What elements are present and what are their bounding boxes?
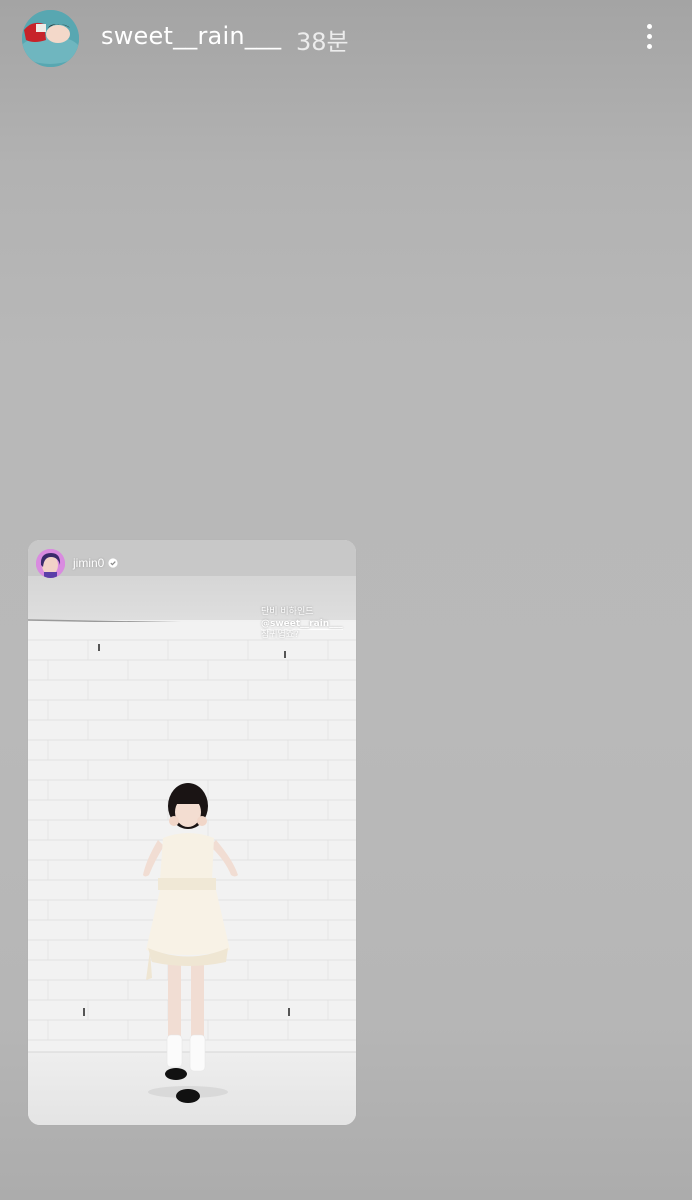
shared-avatar-image xyxy=(36,548,65,578)
more-vertical-icon xyxy=(646,23,652,29)
caption-line-1: 단비 비하인드 xyxy=(261,607,314,617)
profile-avatar[interactable] xyxy=(22,10,79,67)
avatar-image xyxy=(22,10,79,67)
more-vertical-icon-dot xyxy=(646,43,652,49)
caption-mention[interactable]: @sweet__rain___ xyxy=(261,619,343,630)
more-options-button[interactable] xyxy=(630,14,668,58)
verified-badge-icon xyxy=(108,558,118,568)
shared-avatar[interactable] xyxy=(36,548,65,578)
shared-story-card[interactable]: jimin0 단비 비하인드 @sweet__rain___ 참귀엽죠? xyxy=(28,540,356,1125)
story-timestamp: 38분 xyxy=(296,28,349,56)
shared-username[interactable]: jimin0 xyxy=(73,556,104,570)
more-vertical-icon-dot xyxy=(646,33,652,39)
story-header: sweet__rain___ 38분 xyxy=(0,0,692,80)
story-caption: 단비 비하인드 @sweet__rain___ 참귀엽죠? xyxy=(261,607,343,642)
shared-story-header[interactable]: jimin0 xyxy=(36,548,118,578)
story-username[interactable]: sweet__rain___ xyxy=(101,22,281,50)
caption-line-3: 참귀엽죠? xyxy=(261,630,299,640)
